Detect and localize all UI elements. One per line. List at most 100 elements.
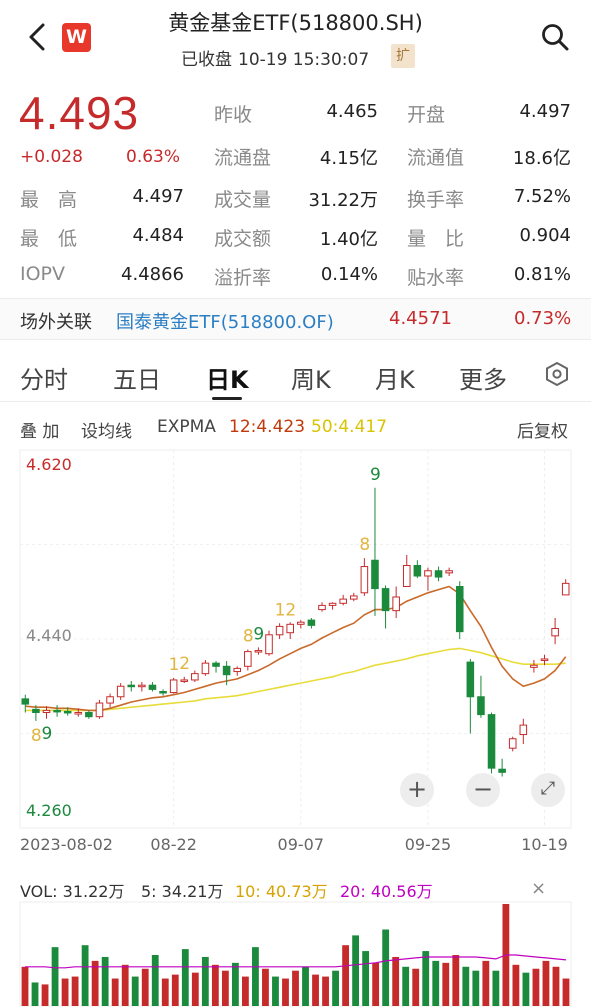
y-tick-label: 4.260: [26, 801, 72, 820]
candle-body: [275, 625, 284, 636]
page-title: 黄金基金ETF(518800.SH): [168, 11, 423, 35]
tab-monthly-k[interactable]: 月K: [375, 360, 415, 395]
volume-bar: [61, 978, 69, 1006]
low-value: 4.484: [132, 225, 184, 246]
volume-bar: [412, 968, 420, 1006]
volume-bar: [292, 970, 299, 1006]
volume-bar: [542, 960, 550, 1006]
premium-label: 溢折率: [214, 267, 272, 289]
float-shares-label: 流通盘: [214, 147, 272, 169]
candle-body: [286, 623, 294, 634]
volume-bar: [342, 945, 349, 1006]
fullscreen-button[interactable]: ⤢: [531, 773, 565, 807]
candle-body: [445, 570, 453, 574]
expand-badge[interactable]: 扩: [391, 44, 415, 68]
x-tick-label: 09-25: [405, 835, 452, 854]
y-tick-label: 4.620: [26, 455, 72, 474]
volume-bar: [432, 960, 440, 1006]
candle-body: [42, 709, 51, 713]
volume-label: 成交量: [214, 189, 272, 211]
tab-intraday[interactable]: 分时: [20, 360, 68, 395]
td-count-label: 8: [359, 535, 370, 555]
candle-body: [95, 702, 104, 718]
otc-linked-fund[interactable]: 场外关联 国泰黄金ETF(518800.OF) 4.4571 0.73%: [0, 298, 591, 340]
close-icon[interactable]: ×: [531, 878, 546, 899]
overlay-button[interactable]: 叠 加: [20, 417, 59, 442]
candle-body: [212, 662, 220, 667]
candle-body: [116, 685, 125, 698]
turnover-rate-value: 7.52%: [513, 186, 571, 207]
volume-bar: [151, 955, 159, 1006]
adjust-button[interactable]: 后复权: [517, 417, 568, 442]
volume-bar: [462, 966, 470, 1006]
candle-body: [455, 586, 464, 633]
last-price: 4.493: [19, 87, 140, 139]
tab-five-day[interactable]: 五日: [113, 360, 161, 395]
volume-bar: [332, 970, 339, 1006]
float-shares-value: 4.15亿: [319, 148, 378, 169]
volume-bar: [472, 970, 480, 1006]
tab-more[interactable]: 更多: [459, 360, 507, 395]
td-count-label: 8: [31, 726, 42, 746]
volume-bar: [21, 966, 29, 1006]
search-icon[interactable]: [540, 22, 570, 52]
volume-bar: [101, 956, 109, 1006]
otc-change-pct: 0.73%: [514, 308, 572, 329]
volume-bar: [211, 964, 219, 1006]
volume-bar: [312, 974, 319, 1006]
high-label: 最 高: [20, 189, 78, 211]
open-value: 4.497: [519, 101, 571, 122]
turnover-rate-label: 换手率: [407, 189, 465, 211]
indicator-name[interactable]: EXPMA: [157, 417, 216, 437]
candle-body: [191, 673, 199, 681]
volume-bar: [161, 978, 169, 1006]
volume-bar: [442, 962, 450, 1006]
td-count-label: 9: [370, 465, 381, 485]
candle-body: [360, 566, 369, 594]
volume-bar: [262, 968, 269, 1006]
active-tab-indicator: [212, 397, 242, 400]
candle-body: [254, 650, 263, 653]
candle-body: [32, 708, 40, 714]
vol-ma10: 10: 40.73万: [235, 882, 328, 901]
ema12-value: 12:4.423: [229, 417, 306, 437]
open-label: 开盘: [407, 104, 446, 126]
period-tabs: 分时 五日 日K 周K 月K 更多: [0, 352, 591, 402]
x-tick-label: 08-22: [150, 835, 197, 854]
candle-body: [106, 696, 114, 704]
candle-body: [424, 570, 432, 577]
candle-body: [519, 724, 528, 736]
volume-legend: VOL: 31.22万 5: 34.21万 10: 40.73万 20: 40.…: [0, 876, 591, 902]
kline-chart[interactable]: 4.620 4.440 4.260 8 9 1 2 8 9 12 8 9 2023-08-02 08-22…: [0, 440, 591, 1008]
volume-bar: [121, 964, 129, 1006]
x-tick-label: 09-07: [278, 835, 325, 854]
candle-body: [222, 665, 231, 676]
vol-ma20: 20: 40.56万: [340, 882, 433, 901]
candle-body: [349, 595, 358, 600]
zoom-in-button[interactable]: +: [400, 773, 434, 807]
candle-body: [434, 570, 443, 578]
high-value: 4.497: [132, 186, 184, 207]
volume-bar: [382, 929, 390, 1006]
volume-bar: [242, 976, 249, 1006]
settings-icon[interactable]: [544, 361, 570, 387]
volume-bar: [282, 978, 289, 1006]
candle-body: [233, 667, 242, 673]
amount-label: 成交额: [214, 228, 272, 250]
volume-bar: [422, 951, 430, 1006]
candle-body: [551, 628, 559, 637]
volume-bar: [352, 935, 360, 1006]
candle-body: [148, 684, 157, 690]
candle-body: [169, 679, 178, 694]
otc-fund-name[interactable]: 国泰黄金ETF(518800.OF): [116, 308, 334, 334]
tab-daily-k[interactable]: 日K: [206, 360, 249, 395]
ma-setting-button[interactable]: 设均线: [81, 417, 132, 442]
candle-body: [244, 651, 252, 667]
tab-weekly-k[interactable]: 周K: [291, 360, 331, 395]
zoom-out-button[interactable]: −: [466, 773, 500, 807]
volume-bar: [111, 978, 119, 1006]
market-status: 已收盘 10-19 15:30:07: [181, 45, 369, 70]
td-count-label: 9: [253, 624, 264, 644]
volume-bar: [81, 945, 89, 1006]
volume-bar: [402, 966, 410, 1006]
